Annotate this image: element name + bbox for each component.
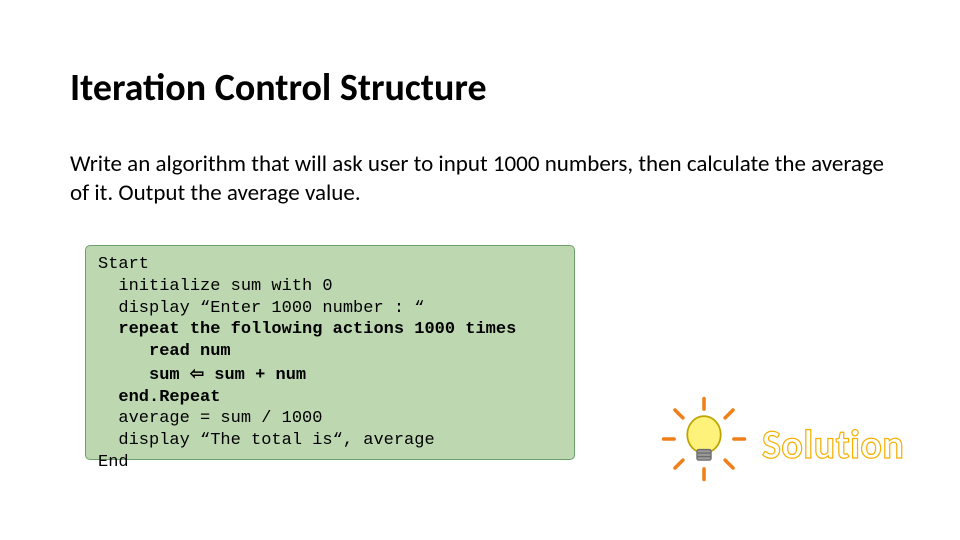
solution-label: Solution (762, 420, 904, 469)
code-line: Start (98, 255, 149, 274)
slide-title: Iteration Control Structure (70, 65, 487, 111)
code-line: initialize sum with 0 (98, 277, 333, 296)
code-line: end.Repeat (98, 388, 220, 407)
code-line: sum (98, 366, 190, 385)
pseudocode-box: Start initialize sum with 0 display “Ent… (85, 245, 575, 460)
code-line: average = sum / 1000 (98, 409, 322, 428)
code-line: End (98, 453, 129, 472)
lightbulb-idea-icon (660, 395, 748, 483)
code-line: repeat the following actions 1000 times (98, 320, 516, 339)
code-line: read num (98, 342, 231, 361)
code-line: sum + num (204, 366, 306, 385)
code-line: display “The total is“, average (98, 431, 435, 450)
code-line: display “Enter 1000 number : “ (98, 299, 424, 318)
slide: Iteration Control Structure Write an alg… (0, 0, 960, 540)
problem-prompt: Write an algorithm that will ask user to… (70, 150, 890, 208)
assign-arrow-icon: ⇦ (190, 364, 204, 383)
